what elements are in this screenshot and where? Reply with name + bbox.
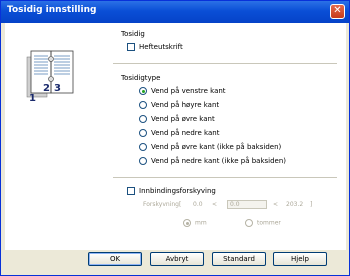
offset-input-value: 0.0 xyxy=(230,201,240,208)
duplex-heading: Tosidig xyxy=(121,30,145,38)
page-right-number: 3 xyxy=(54,83,61,94)
duplex-type-option[interactable]: Vend på nedre kant xyxy=(139,129,219,137)
radio-button[interactable] xyxy=(245,219,253,227)
duplex-type-option[interactable]: Vend på øvre kant xyxy=(139,115,215,123)
duplex-type-heading: Tosidigtype xyxy=(121,74,161,82)
content-panel: 2 3 1 Tosidig Hefteutskrift Tosidigtype … xyxy=(5,23,346,250)
divider xyxy=(113,63,337,64)
option-label: Vend på venstre kant xyxy=(151,87,226,95)
radio-button[interactable] xyxy=(183,219,191,227)
booklet-label: Hefteutskrift xyxy=(139,43,183,51)
duplex-type-option[interactable]: Vend på øvre kant (ikke på baksiden) xyxy=(139,143,281,151)
offset-label: Forskyvning[ xyxy=(143,201,182,208)
page-front-number: 1 xyxy=(29,93,36,103)
dialog-window: Tosidig innstilling ✕ 2 3 1 Tosidig Heft… xyxy=(0,0,350,276)
duplex-type-option[interactable]: Vend på venstre kant xyxy=(139,87,226,95)
offset-min-separator: < xyxy=(212,201,218,208)
ok-button[interactable]: OK xyxy=(88,252,142,266)
unit-option-inch[interactable]: tommer xyxy=(245,219,281,227)
duplex-type-option[interactable]: Vend på nedre kant (ikke på baksiden) xyxy=(139,157,286,165)
option-label: Vend på høyre kant xyxy=(151,101,220,109)
offset-max-separator: < xyxy=(273,201,279,208)
booklet-option[interactable]: Hefteutskrift xyxy=(127,43,183,51)
page-left-number: 2 xyxy=(43,83,50,94)
offset-max: 203.2 xyxy=(286,201,304,208)
radio-button[interactable] xyxy=(139,129,147,137)
radio-button[interactable] xyxy=(139,143,147,151)
window-title: Tosidig innstilling xyxy=(7,5,97,15)
divider xyxy=(113,177,337,178)
binding-offset-checkbox[interactable] xyxy=(127,187,135,195)
unit-label: tommer xyxy=(257,219,281,227)
option-label: Vend på øvre kant (ikke på baksiden) xyxy=(151,143,282,151)
binding-offset-label: Innbindingsforskyving xyxy=(139,187,216,195)
help-button[interactable]: Hjelp xyxy=(273,252,327,266)
close-button[interactable]: ✕ xyxy=(330,4,345,19)
duplex-type-option[interactable]: Vend på høyre kant xyxy=(139,101,219,109)
duplex-preview-icon: 2 3 1 xyxy=(26,50,74,103)
cancel-button[interactable]: Avbryt xyxy=(150,252,204,266)
booklet-checkbox[interactable] xyxy=(127,43,135,51)
offset-close-bracket: ] xyxy=(310,201,313,208)
offset-min: 0.0 xyxy=(193,201,203,208)
option-label: Vend på nedre kant (ikke på baksiden) xyxy=(151,157,287,165)
binding-offset-option[interactable]: Innbindingsforskyving xyxy=(127,187,216,195)
close-icon: ✕ xyxy=(333,5,342,16)
unit-option-mm[interactable]: mm xyxy=(183,219,207,227)
unit-label: mm xyxy=(195,219,207,227)
radio-button[interactable] xyxy=(139,157,147,165)
option-label: Vend på nedre kant xyxy=(151,129,220,137)
default-button[interactable]: Standard xyxy=(212,252,266,266)
radio-button[interactable] xyxy=(139,101,147,109)
radio-button[interactable] xyxy=(139,87,147,95)
offset-input[interactable]: 0.0 xyxy=(227,200,267,209)
title-bar: Tosidig innstilling ✕ xyxy=(1,1,349,23)
radio-button[interactable] xyxy=(139,115,147,123)
option-label: Vend på øvre kant xyxy=(151,115,215,123)
